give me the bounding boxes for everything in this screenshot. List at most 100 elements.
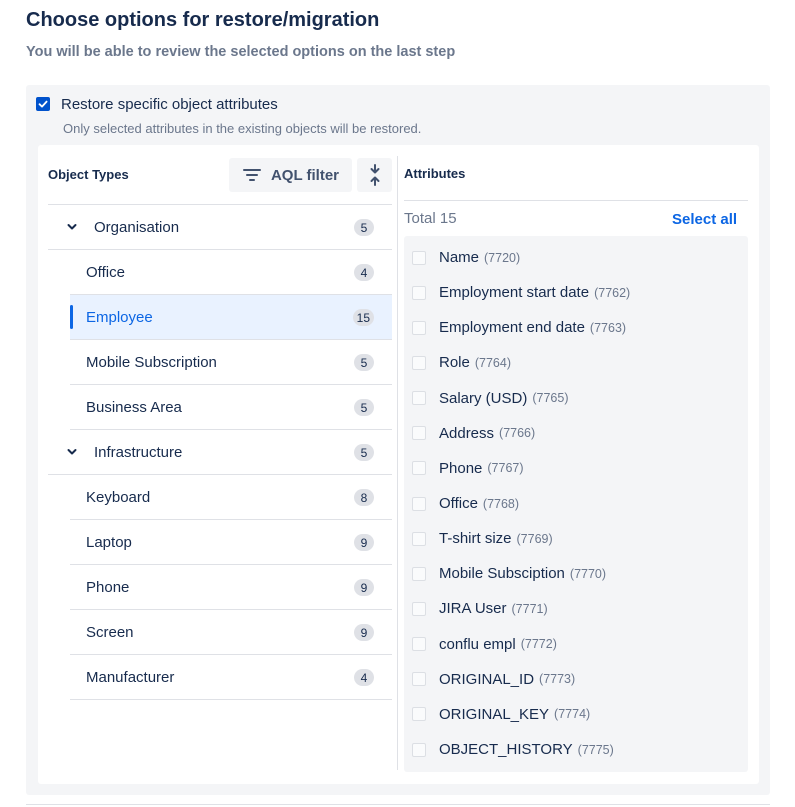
attribute-name[interactable]: Salary (USD) [439,390,527,407]
attribute-checkbox[interactable] [412,461,426,476]
attribute-checkbox[interactable] [412,496,426,511]
object-type-item[interactable]: Business Area 5 [70,385,392,430]
object-type-group[interactable]: Organisation 5 [48,205,392,250]
attribute-item[interactable]: Mobile Subsciption (7770) [404,556,748,591]
object-type-label: Laptop [86,533,132,551]
attribute-name[interactable]: ORIGINAL_KEY [439,706,549,723]
attribute-checkbox[interactable] [412,355,426,370]
section-divider [26,804,770,805]
count-badge: 15 [352,309,374,326]
aql-filter-label: AQL filter [270,166,340,184]
attribute-id: (7774) [554,707,591,722]
attribute-name[interactable]: OBJECT_HISTORY [439,741,573,758]
attribute-checkbox[interactable] [412,426,426,441]
collapse-all-button[interactable] [357,158,392,192]
object-type-label: Screen [86,623,134,641]
aql-filter-button[interactable]: AQL filter [229,158,352,192]
object-type-item[interactable]: Manufacturer 4 [70,655,392,700]
count-badge: 9 [354,579,374,596]
object-type-item[interactable]: Screen 9 [70,610,392,655]
page-title: Choose options for restore/migration [26,9,380,31]
attribute-item[interactable]: JIRA User (7771) [404,591,748,626]
attribute-item[interactable]: ORIGINAL_ID (7773) [404,662,748,697]
attribute-id: (7771) [511,601,548,616]
attributes-header: Attributes [404,166,466,181]
attribute-id: (7763) [589,320,627,335]
attribute-item[interactable]: conflu empl (7772) [404,627,748,662]
attribute-item[interactable]: OBJECT_HISTORY (7775) [404,732,748,767]
object-types-list: Organisation 5 Office 4 Employee 15 Mobile Sub… [48,204,392,700]
chevron-down-icon[interactable] [66,446,78,458]
attribute-checkbox[interactable] [412,391,426,406]
attribute-checkbox[interactable] [412,672,426,687]
panel-divider [397,156,398,770]
object-type-label: Business Area [86,398,182,416]
attribute-item[interactable]: Employment end date (7763) [404,310,748,345]
select-all-link[interactable]: Select all [672,211,737,228]
attribute-id: (7764) [474,355,511,370]
object-type-item[interactable]: Keyboard 8 [70,475,392,520]
attribute-name[interactable]: JIRA User [439,600,507,617]
attribute-checkbox[interactable] [412,320,426,335]
attribute-item[interactable]: Office (7768) [404,486,748,521]
attribute-checkbox[interactable] [412,531,426,546]
object-type-item[interactable]: Phone 9 [70,565,392,610]
attribute-id: (7769) [516,531,553,546]
attribute-name[interactable]: Address [439,425,494,442]
collapse-vertical-icon [370,164,379,186]
attribute-name[interactable]: Phone [439,460,482,477]
attribute-name[interactable]: T-shirt size [439,530,512,547]
filter-icon [242,169,261,181]
attribute-id: (7766) [499,426,536,441]
object-type-label: Employee [86,308,153,326]
object-type-item[interactable]: Mobile Subscription 5 [70,340,392,385]
attribute-id: (7770) [569,566,607,581]
attribute-name[interactable]: Name [439,249,479,266]
attribute-name[interactable]: ORIGINAL_ID [439,671,534,688]
attributes-list: Name (7720) Employment start date (7762) Emp… [404,236,748,772]
restore-specific-attributes-option[interactable]: Restore specific object attributes [36,95,278,113]
object-type-item[interactable]: Employee 15 [70,295,392,340]
attribute-item[interactable]: Employment start date (7762) [404,275,748,310]
attribute-checkbox[interactable] [412,601,426,616]
restore-attributes-checkbox[interactable] [36,97,50,111]
restore-attributes-label[interactable]: Restore specific object attributes [61,96,278,113]
attributes-divider [404,200,748,201]
attributes-total: Total 15 [404,210,457,227]
attribute-name[interactable]: Employment start date [439,284,589,301]
object-type-item[interactable]: Laptop 9 [70,520,392,565]
count-badge: 5 [354,354,374,371]
attribute-item[interactable]: Phone (7767) [404,451,748,486]
attribute-checkbox[interactable] [412,637,426,652]
count-badge: 5 [354,444,374,461]
object-type-label: Infrastructure [94,443,183,461]
attribute-id: (7768) [482,496,520,511]
attribute-name[interactable]: Mobile Subsciption [439,565,565,582]
attribute-item[interactable]: T-shirt size (7769) [404,521,748,556]
attribute-name[interactable]: Role [439,354,470,371]
object-types-header: Object Types [48,167,129,182]
attribute-item[interactable]: Role (7764) [404,345,748,380]
chevron-down-icon[interactable] [66,221,78,233]
attribute-checkbox[interactable] [412,707,426,722]
attribute-id: (7773) [539,672,576,687]
count-badge: 9 [354,624,374,641]
count-badge: 5 [354,399,374,416]
attribute-id: (7765) [532,391,569,406]
checkmark-icon [38,100,48,108]
attribute-name[interactable]: Office [439,495,478,512]
attribute-item[interactable]: ORIGINAL_KEY (7774) [404,697,748,732]
attribute-item[interactable]: Address (7766) [404,416,748,451]
attribute-item[interactable]: Salary (USD) (7765) [404,381,748,416]
attribute-checkbox[interactable] [412,566,426,581]
object-type-group[interactable]: Infrastructure 5 [48,430,392,475]
attribute-checkbox[interactable] [412,250,426,265]
attribute-selector-card: Object Types AQL filter Organisation 5 Off… [38,145,759,784]
attribute-name[interactable]: Employment end date [439,319,585,336]
attribute-checkbox[interactable] [412,285,426,300]
attribute-name[interactable]: conflu empl [439,636,516,653]
object-type-item[interactable]: Office 4 [70,250,392,295]
object-type-label: Manufacturer [86,668,175,686]
attribute-checkbox[interactable] [412,742,426,757]
attribute-item[interactable]: Name (7720) [404,240,748,275]
